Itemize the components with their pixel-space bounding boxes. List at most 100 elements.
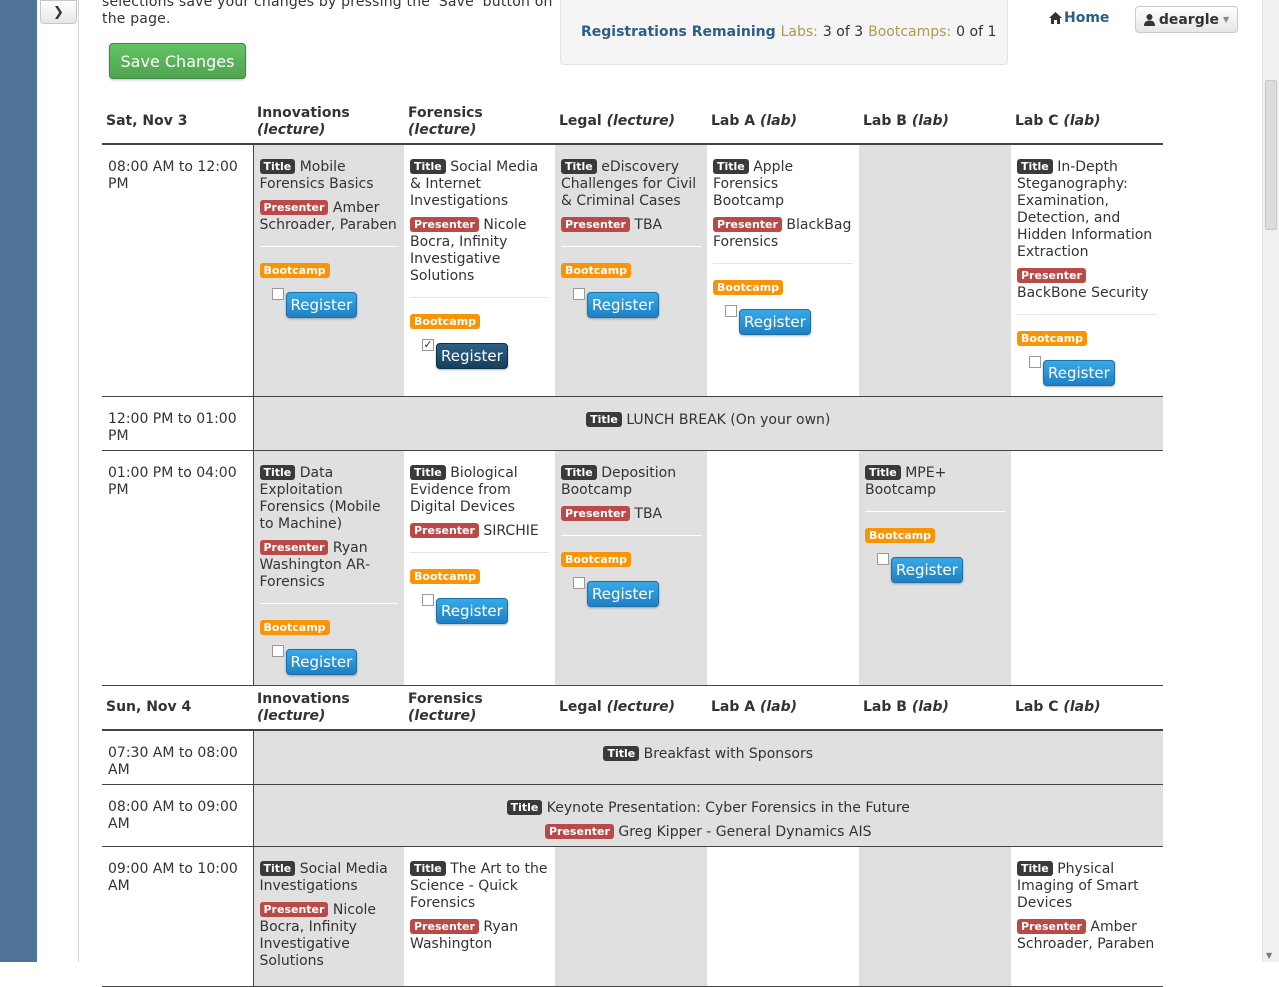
title-badge: Title	[410, 860, 446, 876]
time-label: 01:00 PM to 04:00 PM	[102, 450, 254, 686]
title-badge: Title	[506, 799, 543, 815]
bootcamp-badge: Bootcamp	[259, 263, 330, 278]
full-width-session: Title LUNCH BREAK (On your own)	[253, 396, 1163, 451]
session-cell: Title Apple Forensics Bootcamp Presenter…	[707, 144, 859, 397]
scroll-thumb[interactable]	[1265, 80, 1277, 230]
bootcamp-badge: Bootcamp	[561, 263, 632, 278]
register-button[interactable]: Register	[285, 649, 358, 675]
session-cell: Title The Art to the Science - Quick For…	[404, 846, 555, 987]
registrations-remaining-box: Registrations Remaining Labs: 3 of 3 Boo…	[560, 0, 1008, 65]
day-header: Sat, Nov 3	[102, 100, 253, 145]
register-button[interactable]: Register	[587, 581, 659, 607]
bootcamp-badge: Bootcamp	[561, 552, 632, 567]
register-checkbox[interactable]	[271, 288, 284, 300]
session-cell-empty	[707, 846, 859, 987]
session-cell: Title Social Media & Internet Investigat…	[404, 144, 555, 397]
session-cell: Title Deposition Bootcamp Presenter TBA …	[555, 450, 707, 686]
session-title: Keynote Presentation: Cyber Forensics in…	[546, 799, 910, 816]
register-checkbox[interactable]	[422, 594, 434, 606]
bootcamp-badge: Bootcamp	[259, 620, 330, 635]
register-checkbox[interactable]	[573, 577, 585, 589]
time-slot-row: 08:00 AM to 09:00 AM Title Keynote Prese…	[102, 784, 1163, 847]
track-header: Legal (lecture)	[555, 686, 707, 731]
presenter-badge: Presenter	[561, 506, 630, 521]
bootcamp-badge: Bootcamp	[713, 280, 784, 295]
presenter-badge: Presenter	[544, 823, 614, 839]
title-badge: Title	[865, 465, 901, 480]
labs-value: 3 of 3	[822, 24, 864, 40]
register-button[interactable]: Register	[587, 292, 659, 318]
divider	[1017, 314, 1157, 315]
home-label: Home	[1064, 10, 1110, 26]
home-link[interactable]: Home	[1049, 10, 1109, 26]
track-header: Lab A (lab)	[707, 100, 859, 145]
presenter-badge: Presenter	[561, 217, 630, 232]
schedule-table-sat: Sat, Nov 3 Innovations (lecture) Forensi…	[102, 100, 1163, 686]
title-badge: Title	[1017, 860, 1053, 876]
track-header: Innovations (lecture)	[253, 100, 404, 145]
session-presenter: BackBone Security	[1017, 285, 1149, 301]
presenter-badge: Presenter	[410, 523, 479, 538]
save-changes-button[interactable]: Save Changes	[109, 43, 246, 79]
register-button[interactable]: Register	[436, 343, 508, 369]
session-presenter: Greg Kipper - General Dynamics AIS	[618, 823, 872, 840]
session-presenter: TBA	[634, 217, 663, 233]
time-label: 08:00 AM to 12:00 PM	[102, 144, 254, 397]
left-sidebar	[0, 0, 37, 962]
day-header: Sun, Nov 4	[102, 686, 253, 731]
time-slot-row: 07:30 AM to 08:00 AM Title Breakfast wit…	[102, 730, 1163, 785]
register-button[interactable]: Register	[285, 292, 358, 318]
intro-text: selections save your changes by pressing…	[102, 0, 553, 27]
title-badge: Title	[586, 412, 622, 427]
session-title: LUNCH BREAK (On your own)	[626, 412, 831, 428]
register-button[interactable]: Register	[436, 598, 508, 624]
scroll-down-arrow-icon[interactable]: ▼	[1266, 951, 1272, 960]
presenter-badge: Presenter	[713, 217, 782, 232]
title-badge: Title	[410, 465, 446, 480]
register-checkbox[interactable]	[877, 553, 889, 565]
full-width-session: Title Breakfast with Sponsors	[253, 730, 1163, 785]
home-icon	[1049, 12, 1062, 24]
session-title: Breakfast with Sponsors	[643, 746, 814, 762]
vertical-scrollbar[interactable]: ▼	[1262, 0, 1279, 962]
session-cell-empty	[1011, 450, 1163, 686]
register-button[interactable]: Register	[891, 557, 963, 583]
register-checkbox[interactable]	[573, 288, 585, 300]
presenter-badge: Presenter	[410, 217, 479, 232]
session-presenter: TBA	[634, 506, 663, 522]
time-label: 07:30 AM to 08:00 AM	[102, 730, 254, 785]
title-badge: Title	[561, 159, 597, 174]
title-badge: Title	[259, 159, 296, 174]
labs-label: Labs:	[780, 24, 818, 40]
title-badge: Title	[603, 746, 640, 761]
schedule-table-sun: Sun, Nov 4 Innovations (lecture) Forensi…	[102, 686, 1163, 987]
session-cell: Title eDiscovery Challenges for Civil & …	[555, 144, 707, 397]
user-menu-button[interactable]: deargle ▼	[1135, 6, 1238, 33]
register-button[interactable]: Register	[739, 309, 811, 335]
register-button[interactable]: Register	[1043, 360, 1115, 386]
divider	[410, 297, 549, 298]
divider	[561, 246, 701, 247]
register-checkbox[interactable]	[271, 645, 284, 657]
register-checkbox[interactable]	[725, 305, 737, 317]
divider	[259, 246, 398, 247]
user-label: deargle	[1158, 11, 1220, 28]
track-header: Lab C (lab)	[1011, 686, 1163, 731]
full-width-session: Title Keynote Presentation: Cyber Forens…	[253, 784, 1163, 847]
track-header: Forensics (lecture)	[404, 100, 555, 145]
sidebar-toggle-button[interactable]: ❯	[40, 0, 77, 24]
registrations-heading: Registrations Remaining	[581, 24, 776, 40]
title-badge: Title	[410, 159, 446, 174]
user-icon	[1143, 13, 1155, 26]
track-header: Lab C (lab)	[1011, 100, 1163, 145]
title-badge: Title	[561, 465, 597, 480]
session-cell-empty	[859, 144, 1011, 397]
presenter-badge: Presenter	[410, 918, 479, 934]
bootcamp-badge: Bootcamp	[1017, 331, 1088, 346]
divider	[713, 263, 853, 264]
register-checkbox[interactable]	[1029, 356, 1041, 368]
register-checkbox-checked[interactable]: ✓	[422, 339, 434, 351]
track-header: Lab A (lab)	[707, 686, 859, 731]
session-title: In-Depth Steganography: Examination, Det…	[1017, 159, 1153, 260]
bootcamp-badge: Bootcamp	[410, 569, 481, 584]
